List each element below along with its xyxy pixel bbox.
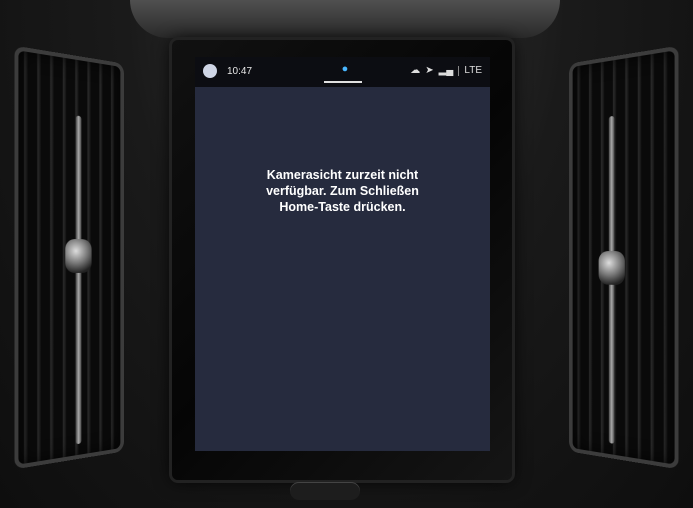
left-air-vent: [14, 45, 124, 470]
message-line-2: verfügbar. Zum Schließen: [266, 184, 419, 198]
left-vent-knob[interactable]: [65, 238, 92, 274]
dashboard-top-trim: [130, 0, 560, 38]
network-label: LTE: [464, 65, 482, 76]
notification-handle[interactable]: [324, 81, 362, 83]
navigation-icon: ➤: [425, 65, 434, 76]
infotainment-screen[interactable]: 10:47 ● ☁ ➤ ▂▄ LTE Kamerasicht zurzeit n…: [195, 57, 490, 451]
notification-icon[interactable]: ●: [338, 63, 352, 77]
separator: [458, 65, 460, 76]
camera-unavailable-message: Kamerasicht zurzeit nicht verfügbar. Zum…: [235, 167, 450, 215]
left-vent-rail: [75, 115, 82, 445]
right-vent-knob[interactable]: [598, 250, 625, 286]
right-air-vent: [569, 45, 679, 470]
cloud-icon: ☁: [410, 65, 421, 76]
message-line-1: Kamerasicht zurzeit nicht: [266, 168, 419, 182]
signal-icon: ▂▄: [438, 65, 454, 76]
clock: 10:47: [227, 66, 253, 77]
message-line-3: Home-Taste drücken.: [279, 200, 406, 214]
status-bar: 10:47 ● ☁ ➤ ▂▄ LTE: [195, 57, 490, 87]
home-button[interactable]: [290, 482, 360, 500]
system-icons: ☁ ➤ ▂▄ LTE: [410, 65, 482, 76]
avatar-icon[interactable]: [203, 64, 217, 78]
